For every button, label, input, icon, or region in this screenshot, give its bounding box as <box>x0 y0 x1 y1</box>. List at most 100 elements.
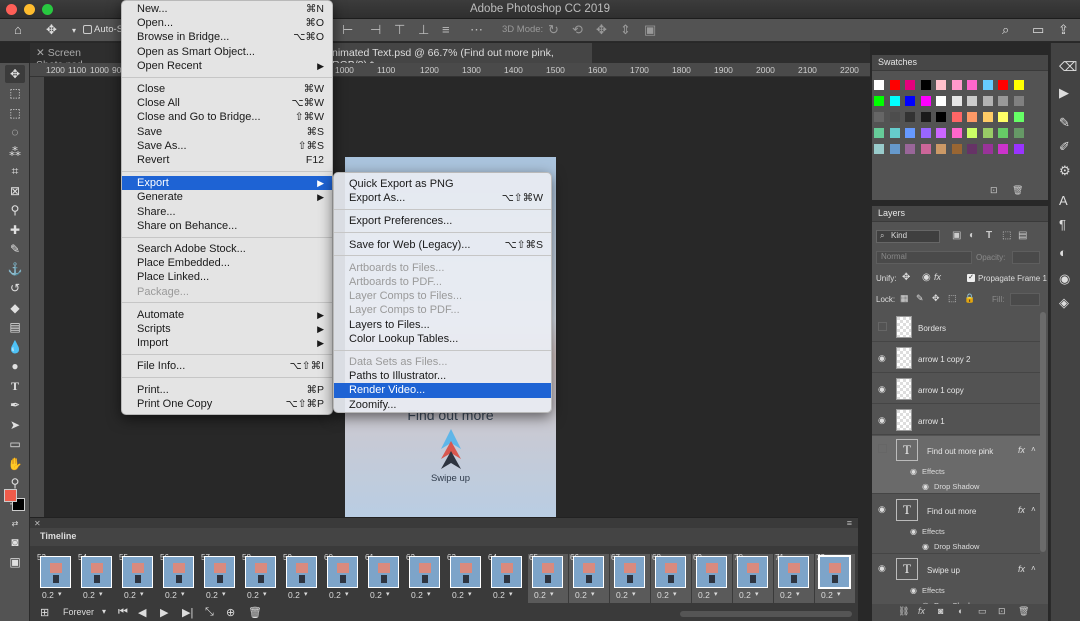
menu-item-open-as-smart-object[interactable]: Open as Smart Object... <box>122 45 332 59</box>
gradient-tool-icon[interactable]: ▤ <box>5 318 25 336</box>
close-icon[interactable]: ✕ <box>36 47 48 59</box>
menu-item-automate[interactable]: Automate ▶ <box>122 308 332 322</box>
previous-frame-icon[interactable]: ◀ <box>138 606 146 619</box>
path-selection-tool-icon[interactable]: ➤ <box>5 416 25 434</box>
3d-scale-icon[interactable]: ▣ <box>644 22 656 38</box>
type-tool-icon[interactable]: T <box>5 377 25 395</box>
frame-duration[interactable]: 0.2 <box>739 590 751 600</box>
color-swatch[interactable] <box>920 144 931 154</box>
frame-duration[interactable]: 0.2 <box>124 590 136 600</box>
character-icon[interactable]: A <box>1059 193 1068 208</box>
home-icon[interactable]: ⌂ <box>14 22 22 37</box>
chevron-down-icon[interactable]: ▾ <box>99 590 103 598</box>
3d-orbit-icon[interactable]: ↻ <box>548 22 559 38</box>
paragraph-icon[interactable]: ¶ <box>1059 217 1066 232</box>
menu-item-place-embedded[interactable]: Place Embedded... <box>122 256 332 270</box>
color-swatch[interactable] <box>889 128 900 138</box>
timeline-frame[interactable]: 590.2▾ <box>282 553 322 604</box>
color-swatch[interactable] <box>905 80 915 90</box>
timeline-frame[interactable]: 700.2▾ <box>733 553 773 604</box>
color-swatch[interactable] <box>905 128 915 138</box>
screen-mode-icon[interactable]: ▣ <box>5 553 25 571</box>
move-tool-options-icon[interactable]: ✥ <box>46 22 57 38</box>
color-swatch[interactable] <box>967 96 977 106</box>
color-swatch[interactable] <box>982 144 993 154</box>
eye-icon[interactable]: ◉ <box>910 467 917 476</box>
menu-item-render-video[interactable]: Render Video... <box>334 383 551 398</box>
new-swatch-icon[interactable]: ⊡ <box>990 185 998 196</box>
color-swatch[interactable] <box>936 80 946 90</box>
color-swatch[interactable] <box>936 112 946 122</box>
menu-item-save-as[interactable]: Save As... ⇧⌘S <box>122 139 332 153</box>
layer-row[interactable]: ◉ arrow 1 <box>872 405 1040 435</box>
next-frame-icon[interactable]: ▶| <box>182 606 193 619</box>
menu-item-place-linked[interactable]: Place Linked... <box>122 270 332 284</box>
link-layers-icon[interactable]: ⛓ <box>898 606 909 617</box>
timeline-frame[interactable]: 640.2▾ <box>487 553 527 604</box>
healing-brush-tool-icon[interactable]: ✚ <box>5 221 25 239</box>
play-icon[interactable]: ▶ <box>1059 85 1069 101</box>
artboard-tool-icon[interactable]: ⬚ <box>5 84 25 102</box>
color-swatch[interactable] <box>998 80 1008 90</box>
eye-icon[interactable]: ◉ <box>910 586 917 595</box>
menu-item-close[interactable]: Close ⌘W <box>122 82 332 96</box>
color-swatch[interactable] <box>936 128 946 138</box>
chevron-down-icon[interactable]: ▾ <box>837 590 841 598</box>
chevron-down-icon[interactable]: ▾ <box>263 590 267 598</box>
share-icon[interactable]: ⇪ <box>1058 22 1069 38</box>
tween-icon[interactable]: ⤡ <box>205 606 214 619</box>
color-swatch[interactable] <box>951 144 962 154</box>
menu-item-close-all[interactable]: Close All ⌥⌘W <box>122 96 332 110</box>
brush-tool-icon[interactable]: ✎ <box>5 240 25 258</box>
menu-item-save[interactable]: Save ⌘S <box>122 125 332 139</box>
color-swatch[interactable] <box>967 112 977 122</box>
color-swatch[interactable] <box>967 80 977 90</box>
custom-shape-tool-icon[interactable]: ✋ <box>5 455 25 473</box>
chevron-up-icon[interactable]: ˄ <box>1031 564 1036 573</box>
layers-comps-icon[interactable]: ◈ <box>1059 295 1069 311</box>
frame-tool-icon[interactable]: ⊠ <box>5 182 25 200</box>
color-swatch[interactable] <box>967 128 977 138</box>
menu-item-new[interactable]: New... ⌘N <box>122 2 332 16</box>
frame-duration[interactable]: 0.2 <box>165 590 177 600</box>
color-swatch[interactable] <box>982 80 993 90</box>
chevron-down-icon[interactable]: ▾ <box>181 590 185 598</box>
menu-item-color-lookup-tables[interactable]: Color Lookup Tables... <box>334 332 551 346</box>
menu-item-paths-to-illustrator[interactable]: Paths to Illustrator... <box>334 369 551 383</box>
eye-icon[interactable]: ◉ <box>878 563 886 574</box>
chevron-down-icon[interactable]: ▾ <box>673 590 677 598</box>
auto-select-checkbox[interactable] <box>83 25 92 34</box>
chevron-down-icon[interactable]: ▾ <box>222 590 226 598</box>
color-swatch[interactable] <box>920 128 931 138</box>
color-swatch[interactable] <box>982 96 993 106</box>
color-swatch[interactable] <box>982 128 993 138</box>
eye-icon[interactable] <box>878 444 887 453</box>
layer-row[interactable]: ◉ arrow 1 copy <box>872 374 1040 404</box>
chevron-down-icon[interactable]: ▾ <box>72 26 76 35</box>
lasso-tool-icon[interactable]: ◌ <box>5 123 25 141</box>
color-swatch[interactable] <box>998 128 1008 138</box>
search-icon[interactable]: ⌕ <box>1002 22 1009 38</box>
move-tool-icon[interactable]: ✥ <box>5 65 25 83</box>
color-swatch[interactable] <box>874 80 884 90</box>
color-swatch[interactable] <box>936 96 946 106</box>
eye-icon[interactable]: ◉ <box>922 482 929 491</box>
menu-item-print-one-copy[interactable]: Print One Copy ⌥⇧⌘P <box>122 397 332 411</box>
trash-icon[interactable]: 🗑 <box>248 606 262 619</box>
frame-duration[interactable]: 0.2 <box>83 590 95 600</box>
chevron-down-icon[interactable]: ▾ <box>550 590 554 598</box>
menu-item-print[interactable]: Print... ⌘P <box>122 383 332 397</box>
frame-duration[interactable]: 0.2 <box>616 590 628 600</box>
menu-item-open-recent[interactable]: Open Recent ▶ <box>122 59 332 73</box>
timeline-frame[interactable]: 570.2▾ <box>200 553 240 604</box>
timeline-frame[interactable]: 650.2▾ <box>528 553 568 604</box>
color-swatch[interactable] <box>998 112 1008 122</box>
menu-item-layers-to-files[interactable]: Layers to Files... <box>334 318 551 332</box>
mask-icon[interactable]: ◙ <box>938 606 943 616</box>
timeline-scrollbar[interactable] <box>680 611 852 617</box>
brush-presets-icon[interactable]: ✐ <box>1059 139 1070 155</box>
frame-duration[interactable]: 0.2 <box>534 590 546 600</box>
adjustment-layer-icon[interactable]: ◐ <box>958 606 963 616</box>
color-swatch[interactable] <box>1013 112 1024 122</box>
menu-item-export-preferences[interactable]: Export Preferences... <box>334 214 551 228</box>
